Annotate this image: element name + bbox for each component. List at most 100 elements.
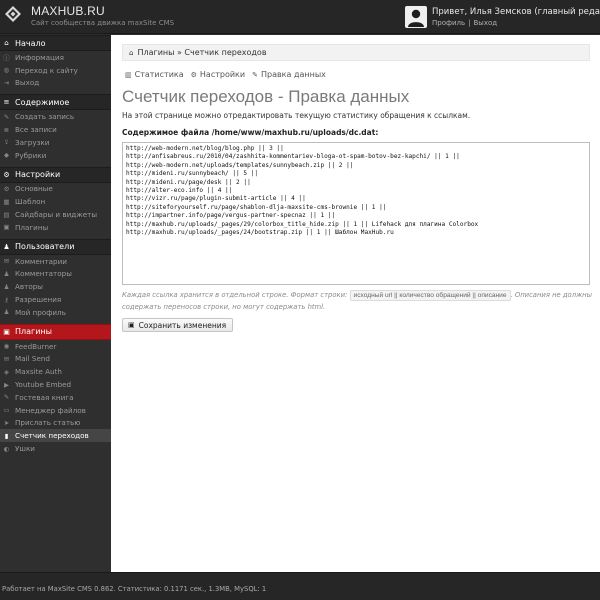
sidebar-item[interactable]: ▭ Менеджер файлов	[0, 404, 111, 417]
sidebar-item[interactable]: ◆ Рубрики	[0, 149, 111, 162]
sidebar-section-2[interactable]: ⚙ Настройки	[0, 166, 111, 183]
site-name[interactable]: MAXHUB.RU	[31, 4, 105, 18]
sidebar-item[interactable]: ◈ Maxsite Auth	[0, 365, 111, 378]
guestbook-icon: ✎	[3, 393, 10, 402]
sidebar-item[interactable]: ✎ Создать запись	[0, 110, 111, 123]
sidebar-item-label: Гостевая книга	[15, 392, 74, 402]
list-icon: ≣	[3, 125, 10, 134]
sidebar-item-label: FeedBurner	[15, 341, 57, 351]
exit-icon: ⇥	[3, 78, 10, 87]
sidebar-item[interactable]: ▣ Плагины	[0, 221, 111, 234]
sidebar-item[interactable]: ⇪ Загрузки	[0, 136, 111, 149]
sidebar-item-label: Комментарии	[15, 256, 67, 266]
widgets-icon: ▤	[3, 210, 10, 219]
send-icon: ➤	[3, 418, 10, 427]
sidebar-item-label: Переход к сайту	[15, 65, 78, 75]
sidebar-item[interactable]: ✉ Mail Send	[0, 353, 111, 366]
sidebar-item[interactable]: ✉ Комментарии	[0, 255, 111, 268]
tab-label: Правка данных	[260, 70, 326, 79]
file-line: http://web-modern.net/uploads/templates/…	[126, 161, 354, 169]
info-icon: ⓘ	[3, 54, 10, 63]
user-avatar[interactable]	[405, 6, 427, 28]
sidebar-item[interactable]: ▤ Сайдбары и виджеты	[0, 208, 111, 221]
top-header: MAXHUB.RU Сайт сообщества движка maxSite…	[0, 0, 600, 34]
sidebar-section-0[interactable]: ⌂ Начало	[0, 35, 111, 51]
file-line: http://impartner.info/page/vergus-partne…	[126, 212, 336, 220]
sidebar-item[interactable]: ✎ Гостевая книга	[0, 391, 111, 404]
video-icon: ▶	[4, 380, 9, 389]
file-line: http://siteforyourself.ru/page/shablon-d…	[126, 203, 387, 211]
save-icon: ▣	[128, 321, 135, 329]
sidebar-item[interactable]: ⓘ Информация	[0, 51, 111, 64]
ears-icon: ◐	[3, 444, 10, 453]
sidebar-item-label: Менеджер файлов	[15, 405, 86, 415]
sidebar-item[interactable]: ◉ FeedBurner	[0, 340, 111, 353]
file-line: http://anfisabreus.ru/2010/04/zashhita-k…	[126, 153, 460, 161]
file-line: http://mideni.ru/sunnybeach/ || 5 ||	[126, 170, 259, 178]
sidebar-item-label: Загрузки	[15, 137, 50, 147]
sidebar-item[interactable]: ➤ Прислать статью	[0, 417, 111, 430]
sidebar-item-label: Прислать статью	[15, 418, 81, 428]
edit-icon: ✎	[252, 70, 258, 79]
save-button[interactable]: ▣ Сохранить изменения	[122, 318, 234, 332]
site-description: Сайт сообщества движка maxSite CMS	[31, 19, 175, 27]
globe-icon: ◍	[3, 66, 10, 75]
maxsite-logo-icon[interactable]	[4, 5, 22, 23]
sidebar-item[interactable]: ♟ Комментаторы	[0, 268, 111, 281]
sidebar-item[interactable]: ♟ Мой профиль	[0, 306, 111, 319]
profile-link[interactable]: Профиль	[432, 19, 465, 27]
format-code: исходный url || количество обращений || …	[349, 290, 511, 301]
tab-label: Настройки	[199, 70, 246, 79]
sidebar-item[interactable]: ≣ Все записи	[0, 123, 111, 136]
sidebar-item-label: Комментаторы	[15, 269, 72, 279]
file-line: http://alter-eco.info || 4 ||	[126, 187, 233, 195]
file-line: http://mideni.ru/page/desk || 2 ||	[126, 178, 251, 186]
tab-label: Статистика	[134, 70, 184, 79]
mail-icon: ✉	[3, 354, 10, 363]
sidebar-item[interactable]: ◍ Переход к сайту	[0, 64, 111, 77]
page-description: На этой странице можно отредактировать т…	[122, 111, 471, 120]
sidebar-section-4[interactable]: ▣ Плагины	[0, 323, 111, 340]
user-greeting: Привет, Илья Земсков (главный редактор)!	[432, 7, 600, 17]
sidebar-item[interactable]: ◐ Ушки	[0, 442, 111, 455]
sidebar-item[interactable]: ♟ Авторы	[0, 280, 111, 293]
tab-edit[interactable]: ✎ Правка данных	[252, 70, 326, 79]
upload-icon: ⇪	[3, 138, 10, 147]
sidebar-item[interactable]: ⇥ Выход	[0, 77, 111, 90]
feed-icon: ◉	[3, 342, 10, 351]
format-note: Каждая ссылка хранится в отдельной строк…	[122, 289, 592, 313]
sidebar-item[interactable]: ⚙ Основные	[0, 183, 111, 196]
sidebar-item-label: Выход	[15, 78, 40, 88]
sidebar-item[interactable]: ▮ Счетчик переходов	[0, 429, 111, 443]
breadcrumb: ⌂ Плагины » Счетчик переходов	[122, 44, 590, 61]
sidebar-section-3[interactable]: ♟ Пользователи	[0, 238, 111, 255]
link-separator: |	[468, 19, 471, 27]
sidebar-item[interactable]: ▦ Шаблон	[0, 195, 111, 208]
chart-icon: ▥	[125, 70, 132, 79]
breadcrumb-text[interactable]: Плагины » Счетчик переходов	[137, 48, 266, 57]
logout-link[interactable]: Выход	[473, 19, 497, 27]
sidebar-item[interactable]: ⚷ Разрешения	[0, 293, 111, 306]
home-icon[interactable]: ⌂	[129, 49, 133, 57]
tab-chart[interactable]: ▥ Статистика	[125, 70, 184, 79]
admin-sidebar: ⌂ Начало ⓘ Информация ◍ Переход к сайту ⇥ Выход…	[0, 35, 111, 572]
main-content: ⌂ Плагины » Счетчик переходов ▥ Статистик…	[111, 35, 600, 572]
key-icon: ⚷	[4, 295, 9, 304]
sidebar-item-label: Все записи	[15, 125, 57, 135]
list-icon: ≡	[3, 98, 10, 107]
sidebar-item-label: Авторы	[15, 282, 43, 292]
file-content-textarea[interactable]: http://web-modern.net/blog/blog.php || 3…	[122, 142, 590, 285]
sidebar-item-label: Счетчик переходов	[15, 431, 89, 441]
sidebar-item[interactable]: ▶ Youtube Embed	[0, 378, 111, 391]
sidebar-section-1[interactable]: ≡ Содержимое	[0, 94, 111, 111]
footer: Работает на MaxSite CMS 0.862. Статистик…	[0, 572, 600, 600]
sidebar-item-label: Youtube Embed	[15, 380, 72, 390]
tab-gear[interactable]: ⚙ Настройки	[191, 70, 245, 79]
page-title: Счетчик переходов - Правка данных	[122, 87, 410, 106]
sidebar-section-title: Начало	[15, 38, 46, 48]
pencil-icon: ✎	[3, 112, 10, 121]
sidebar-item-label: Шаблон	[15, 197, 46, 207]
sidebar-item-label: Плагины	[15, 222, 49, 232]
sidebar-item-label: Maxsite Auth	[15, 367, 62, 377]
folder-icon: ▭	[3, 406, 10, 415]
